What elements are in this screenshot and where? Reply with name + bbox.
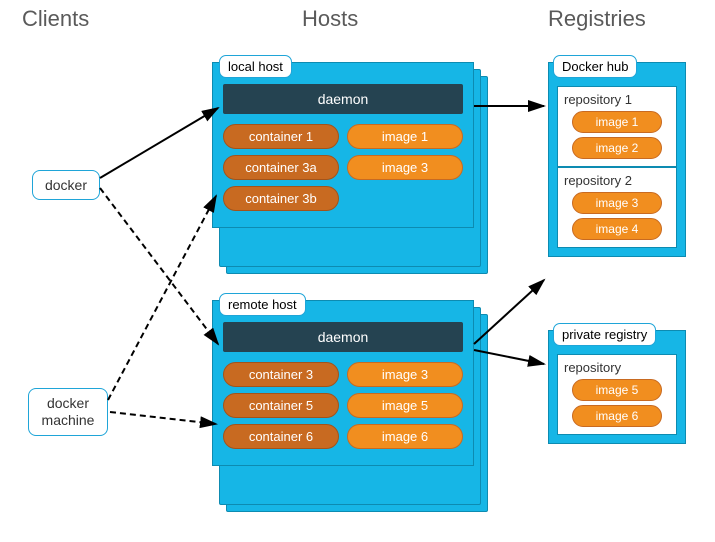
header-registries: Registries [548,6,646,32]
local-container: container 3b [223,186,339,211]
repo-image: image 4 [572,218,662,240]
local-image: image 1 [347,124,463,149]
repo-image: image 1 [572,111,662,133]
repo-title: repository 1 [564,92,670,107]
private-registry-label: private registry [553,323,656,346]
header-hosts: Hosts [302,6,358,32]
remote-host-panel: remote host daemon container 3 image 3 c… [212,300,474,466]
repo-image: image 6 [572,405,662,427]
arrow-machine-to-remote [110,412,216,424]
local-image: image 3 [347,155,463,180]
remote-host-label: remote host [219,293,306,316]
remote-daemon: daemon [223,322,463,352]
hub-repo: repository 2 image 3 image 4 [557,167,677,248]
header-clients: Clients [22,6,89,32]
local-daemon: daemon [223,84,463,114]
client-docker-machine: docker machine [28,388,108,436]
repo-image: image 2 [572,137,662,159]
remote-image: image 6 [347,424,463,449]
docker-hub-label: Docker hub [553,55,637,78]
private-registry-box: private registry repository image 5 imag… [548,330,686,444]
repo-title: repository 2 [564,173,670,188]
local-container: container 1 [223,124,339,149]
remote-image: image 3 [347,362,463,387]
remote-image: image 5 [347,393,463,418]
hub-repo: repository 1 image 1 image 2 [557,86,677,167]
arrow-docker-to-remote [100,188,218,344]
repo-image: image 3 [572,192,662,214]
repo-image: image 5 [572,379,662,401]
client-docker: docker [32,170,100,200]
local-host-panel: local host daemon container 1 image 1 co… [212,62,474,228]
remote-container: container 5 [223,393,339,418]
arrow-docker-to-local [100,108,218,178]
local-container: container 3a [223,155,339,180]
remote-container: container 6 [223,424,339,449]
remote-container: container 3 [223,362,339,387]
local-host-label: local host [219,55,292,78]
repo-title: repository [564,360,670,375]
private-repo: repository image 5 image 6 [557,354,677,435]
arrow-machine-to-local [108,196,216,400]
docker-hub-box: Docker hub repository 1 image 1 image 2 … [548,62,686,257]
